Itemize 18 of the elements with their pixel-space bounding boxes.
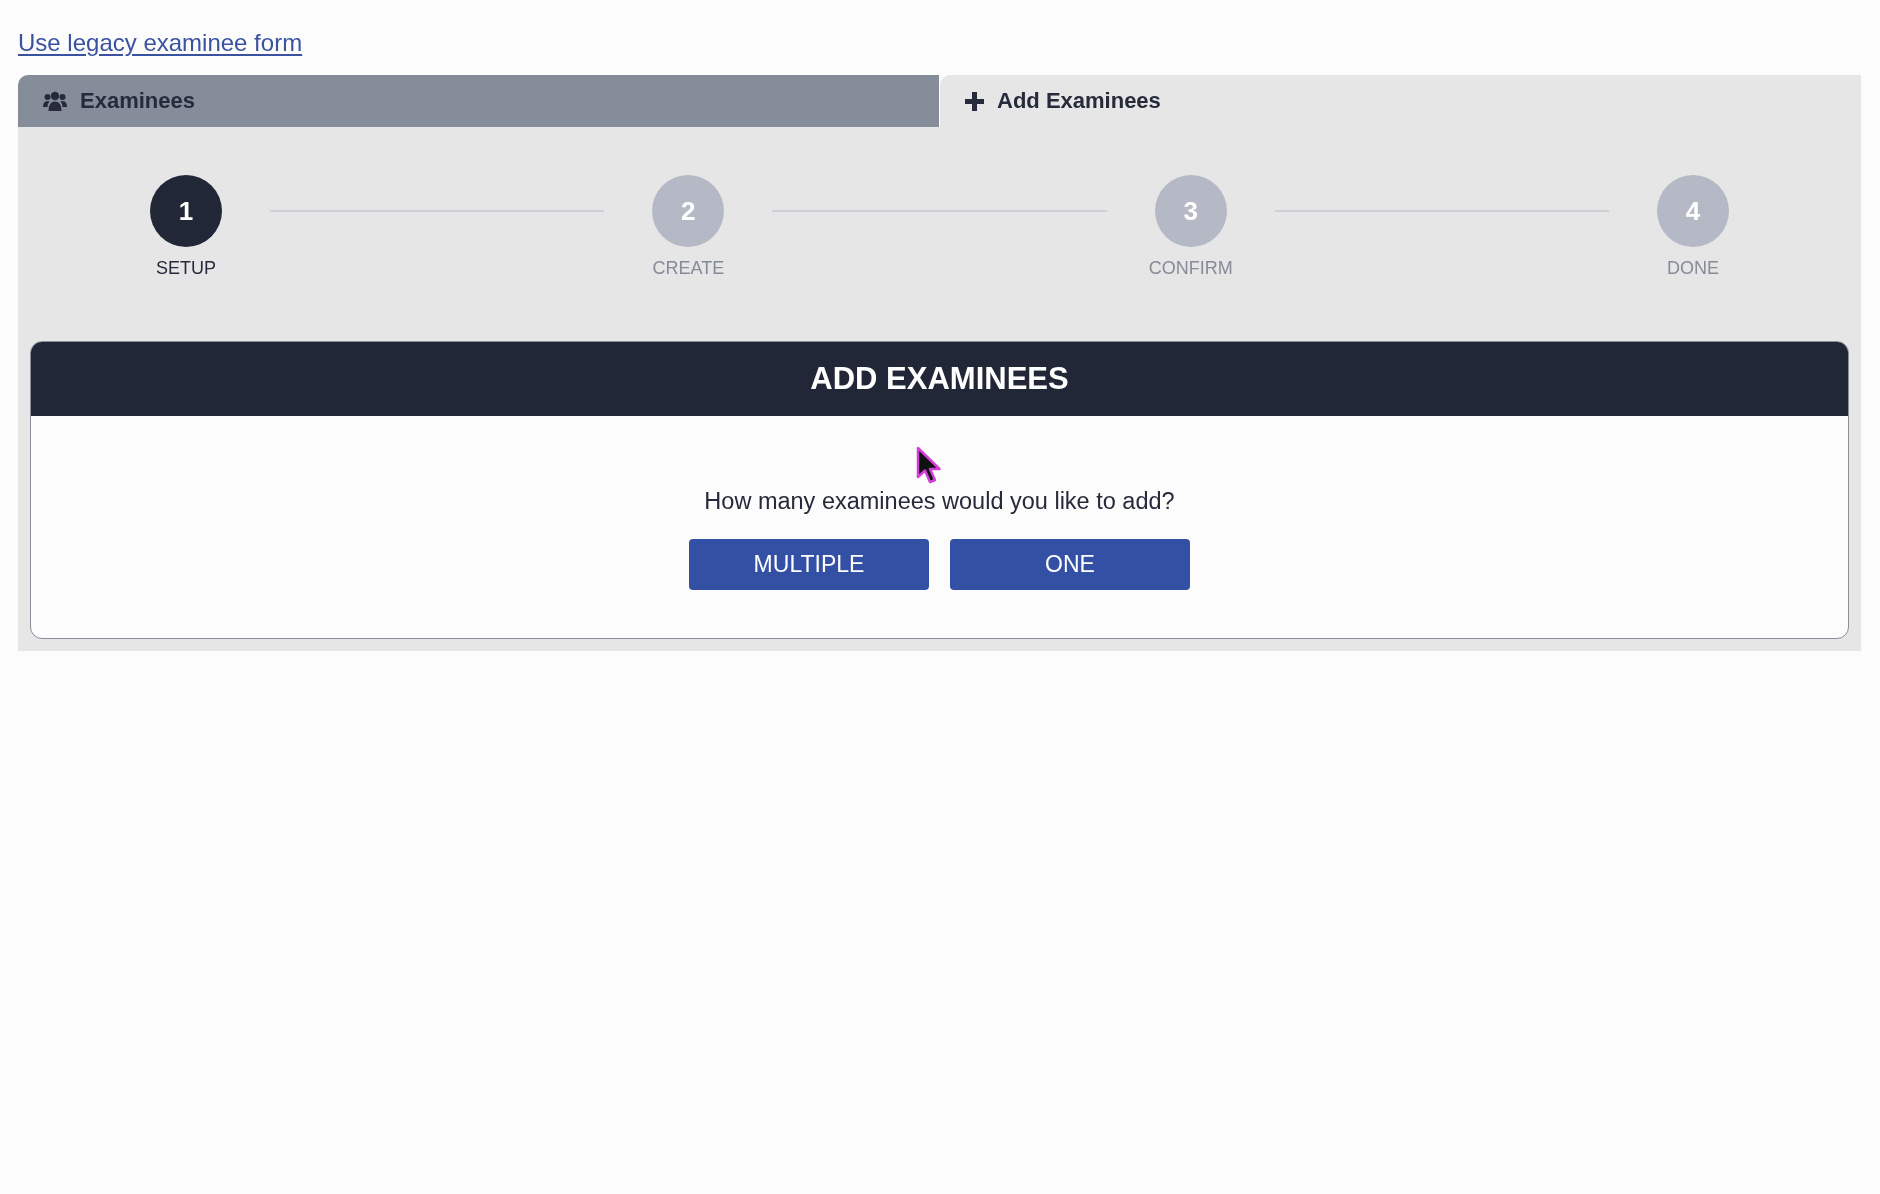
step-label: SETUP [156,257,216,279]
cursor-icon [915,446,943,486]
tab[interactable]: Add Examinees [940,75,1861,127]
legacy-form-link[interactable]: Use legacy examinee form [18,29,303,57]
step-number: 2 [652,175,725,247]
choice-button[interactable]: MULTIPLE [689,539,929,590]
question-text: How many examinees would you like to add? [704,487,1175,515]
step-label: CREATE [652,257,725,279]
users-icon [43,91,67,111]
step-number: 3 [1154,175,1227,247]
card-title: ADD EXAMINEES [810,361,1069,397]
choice-button[interactable]: ONE [950,539,1190,590]
step-number: 1 [150,175,222,247]
step-number: 4 [1657,175,1729,247]
plus-icon [965,91,984,111]
step-label: CONFIRM [1148,257,1233,279]
tab[interactable]: Examinees [18,75,939,127]
step-label: DONE [1666,257,1719,279]
